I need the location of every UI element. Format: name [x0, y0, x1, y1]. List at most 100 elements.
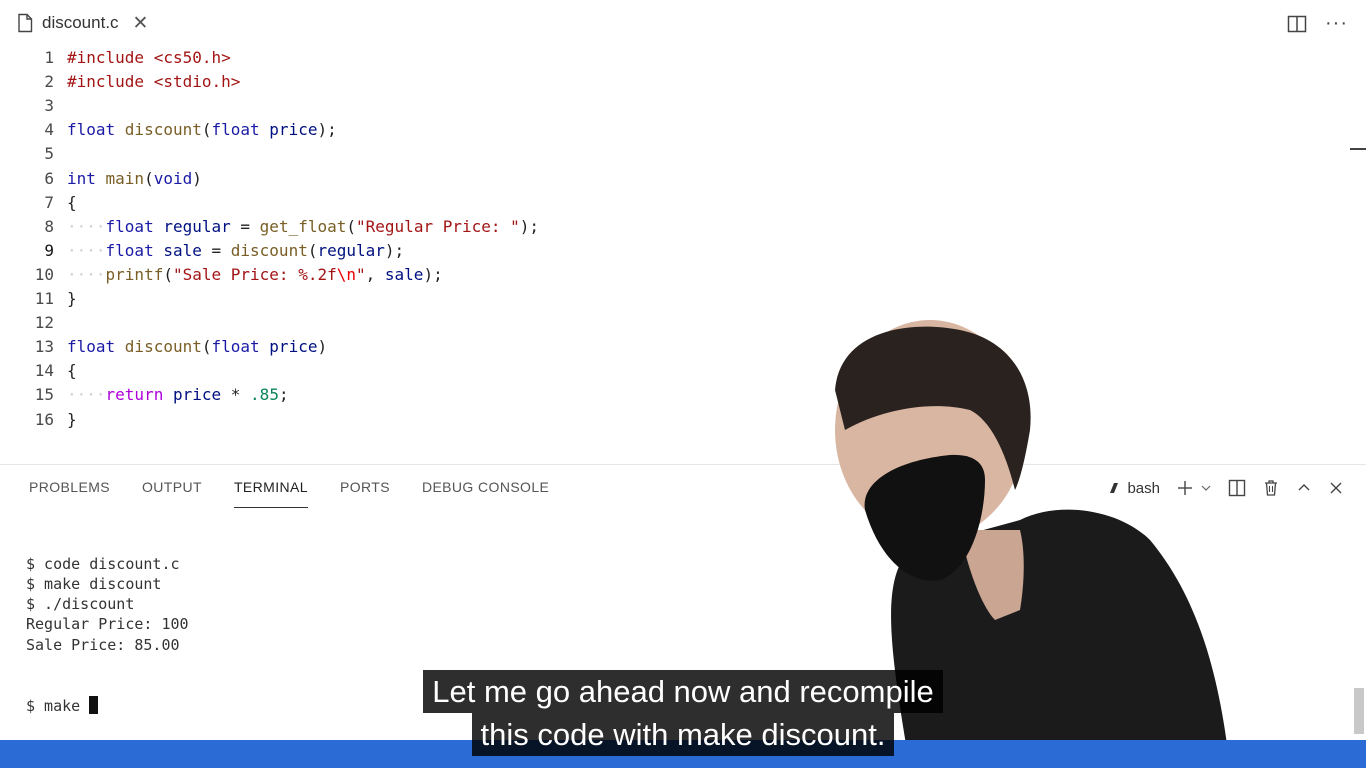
- code-token: float: [211, 120, 270, 140]
- code-line[interactable]: 7{: [0, 191, 1340, 215]
- code-token: ): [192, 168, 202, 188]
- line-number: 10: [34, 264, 54, 284]
- tab-debug-console[interactable]: DEBUG CONSOLE: [422, 479, 549, 508]
- code-token: (: [144, 168, 154, 188]
- code-line[interactable]: 1 #include <cs50.h>: [0, 46, 1340, 70]
- code-token: return: [105, 385, 173, 405]
- code-line[interactable]: 5: [0, 142, 1340, 166]
- line-number: 13: [34, 337, 54, 357]
- code-line[interactable]: 6 int main(void): [0, 167, 1340, 191]
- split-editor-icon[interactable]: [1287, 15, 1307, 33]
- code-token: main: [105, 168, 145, 188]
- line-number: 1: [44, 48, 54, 67]
- code-text: #include <cs50.h>: [67, 46, 231, 70]
- terminal-line: $ ./discount: [26, 595, 135, 614]
- terminal-line: Regular Price: 100: [26, 615, 189, 634]
- code-token: get_float: [259, 216, 347, 236]
- code-text: }: [67, 408, 77, 432]
- line-number: 16: [34, 409, 54, 429]
- code-text: }: [67, 287, 77, 311]
- code-token: price: [269, 337, 318, 357]
- code-text: ····float regular = get_float("Regular P…: [67, 215, 539, 239]
- panel-tabs: PROBLEMS OUTPUT TERMINAL PORTS DEBUG CONSOLE: [29, 479, 581, 508]
- chevron-up-icon[interactable]: [1296, 480, 1312, 496]
- code-token: float: [67, 120, 125, 140]
- code-token: {: [67, 361, 77, 381]
- line-number: 15: [34, 385, 54, 405]
- code-token: (: [201, 120, 212, 140]
- code-token: ····: [67, 264, 106, 284]
- code-token: discount: [124, 337, 202, 357]
- close-icon[interactable]: ✕: [133, 14, 149, 33]
- code-token: regular: [163, 216, 231, 236]
- code-token: price: [269, 120, 318, 140]
- line-number: 7: [44, 192, 54, 212]
- tab-problems[interactable]: PROBLEMS: [29, 479, 110, 508]
- code-token: ": [356, 264, 366, 284]
- code-token: ····: [67, 216, 106, 236]
- code-token: discount: [230, 240, 308, 260]
- code-line[interactable]: 10 ····printf("Sale Price: %.2f\n", sale)…: [0, 263, 1340, 287]
- code-text: ····return price * .85;: [67, 383, 289, 407]
- code-line[interactable]: 11}: [0, 287, 1340, 311]
- more-actions-icon[interactable]: ···: [1325, 12, 1348, 35]
- code-text: #include <stdio.h>: [67, 70, 240, 94]
- code-token: }: [67, 289, 77, 308]
- code-token: sale: [384, 264, 424, 284]
- code-token: (: [201, 337, 212, 357]
- code-token: <stdio.h>: [153, 72, 241, 92]
- code-text: {: [67, 359, 77, 383]
- code-token: regular: [317, 240, 385, 260]
- tab-output[interactable]: OUTPUT: [142, 479, 202, 508]
- code-token: ): [317, 337, 328, 357]
- file-icon: [18, 13, 33, 33]
- code-token: );: [423, 264, 443, 284]
- code-line[interactable]: 4 float discount(float price);: [0, 118, 1340, 142]
- line-number: 3: [44, 96, 54, 116]
- code-token: =: [201, 240, 231, 260]
- code-token: #include: [67, 48, 154, 67]
- code-token: float: [105, 216, 164, 236]
- line-number: 2: [44, 72, 54, 92]
- subtitle: Let me go ahead now and recompile this c…: [0, 670, 1366, 756]
- code-token: price: [172, 385, 222, 405]
- code-token: *: [221, 385, 251, 405]
- tab-ports[interactable]: PORTS: [340, 479, 390, 508]
- code-token: <cs50.h>: [153, 48, 231, 67]
- line-number: 5: [44, 144, 54, 164]
- code-token: ····: [67, 240, 106, 260]
- code-token: );: [519, 216, 540, 236]
- code-line[interactable]: 2 #include <stdio.h>: [0, 70, 1340, 94]
- code-token: "Regular Price: ": [356, 216, 520, 236]
- editor-tab[interactable]: discount.c ✕: [0, 0, 148, 46]
- terminal-line: Sale Price: 85.00: [26, 635, 180, 654]
- code-token: ····: [67, 385, 106, 405]
- subtitle-line-1: Let me go ahead now and recompile: [423, 670, 943, 713]
- code-token: (: [346, 216, 357, 236]
- trash-icon[interactable]: [1262, 479, 1280, 497]
- tab-title: discount.c: [42, 13, 119, 32]
- code-line[interactable]: 8 ····float regular = get_float("Regular …: [0, 215, 1340, 239]
- close-panel-icon[interactable]: [1328, 480, 1344, 496]
- code-token: float: [211, 337, 270, 357]
- code-line[interactable]: 9 ····float sale = discount(regular);: [0, 239, 1340, 263]
- code-token: );: [384, 240, 405, 260]
- code-token: ;: [278, 385, 289, 405]
- code-token: {: [67, 192, 77, 212]
- line-number: 8: [44, 216, 54, 236]
- code-token: #include: [67, 72, 154, 92]
- line-number: 11: [34, 289, 54, 308]
- tab-terminal[interactable]: TERMINAL: [233, 479, 308, 508]
- code-token: =: [230, 216, 260, 236]
- subtitle-line-2: this code with make discount.: [471, 713, 895, 756]
- code-token: float: [67, 337, 125, 357]
- code-token: discount: [124, 120, 202, 140]
- editor-tab-bar: discount.c ✕ ···: [0, 0, 1366, 46]
- line-number: 6: [44, 168, 54, 188]
- code-text: int main(void): [67, 167, 202, 191]
- line-number: 14: [34, 361, 54, 381]
- code-text: ····float sale = discount(regular);: [67, 239, 404, 263]
- code-token: \n: [336, 264, 356, 284]
- code-line[interactable]: 3: [0, 94, 1340, 118]
- code-token: (: [163, 264, 173, 284]
